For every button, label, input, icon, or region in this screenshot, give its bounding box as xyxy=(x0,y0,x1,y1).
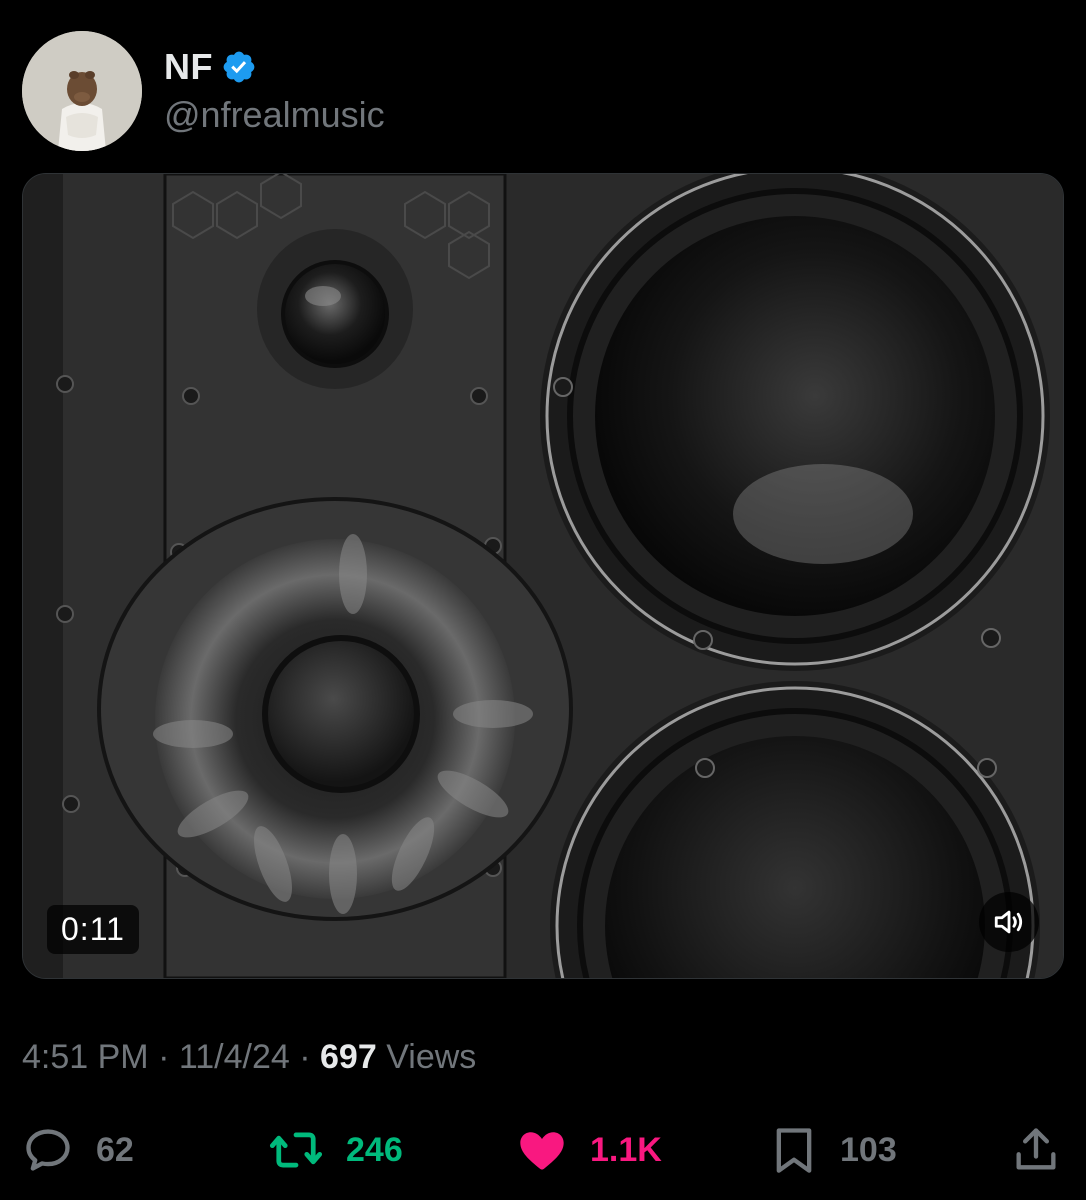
reply-count: 62 xyxy=(96,1130,134,1169)
views-count: 697 xyxy=(320,1038,377,1076)
like-count: 1.1K xyxy=(590,1130,662,1169)
display-name[interactable]: NF xyxy=(164,46,213,88)
mute-toggle-button[interactable] xyxy=(979,892,1039,952)
bookmark-button[interactable]: 103 xyxy=(770,1120,897,1180)
speaker-icon xyxy=(994,910,1023,934)
meta-separator: · xyxy=(158,1038,170,1076)
share-icon xyxy=(1016,1128,1056,1170)
avatar-image xyxy=(22,31,142,151)
video-duration: 0:11 xyxy=(47,905,139,954)
repost-count: 246 xyxy=(346,1130,403,1169)
post-time[interactable]: 4:51 PM xyxy=(22,1038,149,1076)
reply-icon xyxy=(26,1129,70,1171)
action-bar: 62 246 1.1K 103 xyxy=(22,1120,1062,1180)
video-player[interactable]: 0:11 xyxy=(22,173,1064,979)
author-handle[interactable]: @nfrealmusic xyxy=(164,94,385,136)
post-meta: 4:51 PM · 11/4/24 · 697 Views xyxy=(22,1038,476,1077)
share-button[interactable] xyxy=(1012,1120,1060,1180)
views-label: Views xyxy=(386,1038,477,1076)
heart-filled-icon xyxy=(520,1132,564,1170)
repost-icon xyxy=(269,1132,323,1168)
post-date[interactable]: 11/4/24 xyxy=(179,1038,290,1076)
meta-separator: · xyxy=(299,1038,311,1076)
avatar[interactable] xyxy=(22,31,142,151)
bookmark-count: 103 xyxy=(840,1130,897,1169)
video-frame-speaker xyxy=(23,174,1063,978)
verified-badge-icon xyxy=(221,49,257,85)
author-identity: NF @nfrealmusic xyxy=(164,46,385,136)
name-row: NF xyxy=(164,46,385,88)
bookmark-icon xyxy=(776,1128,812,1173)
repost-button[interactable]: 246 xyxy=(268,1120,403,1180)
post-header: NF @nfrealmusic xyxy=(22,30,385,152)
reply-button[interactable]: 62 xyxy=(22,1120,134,1180)
like-button[interactable]: 1.1K xyxy=(516,1120,662,1180)
